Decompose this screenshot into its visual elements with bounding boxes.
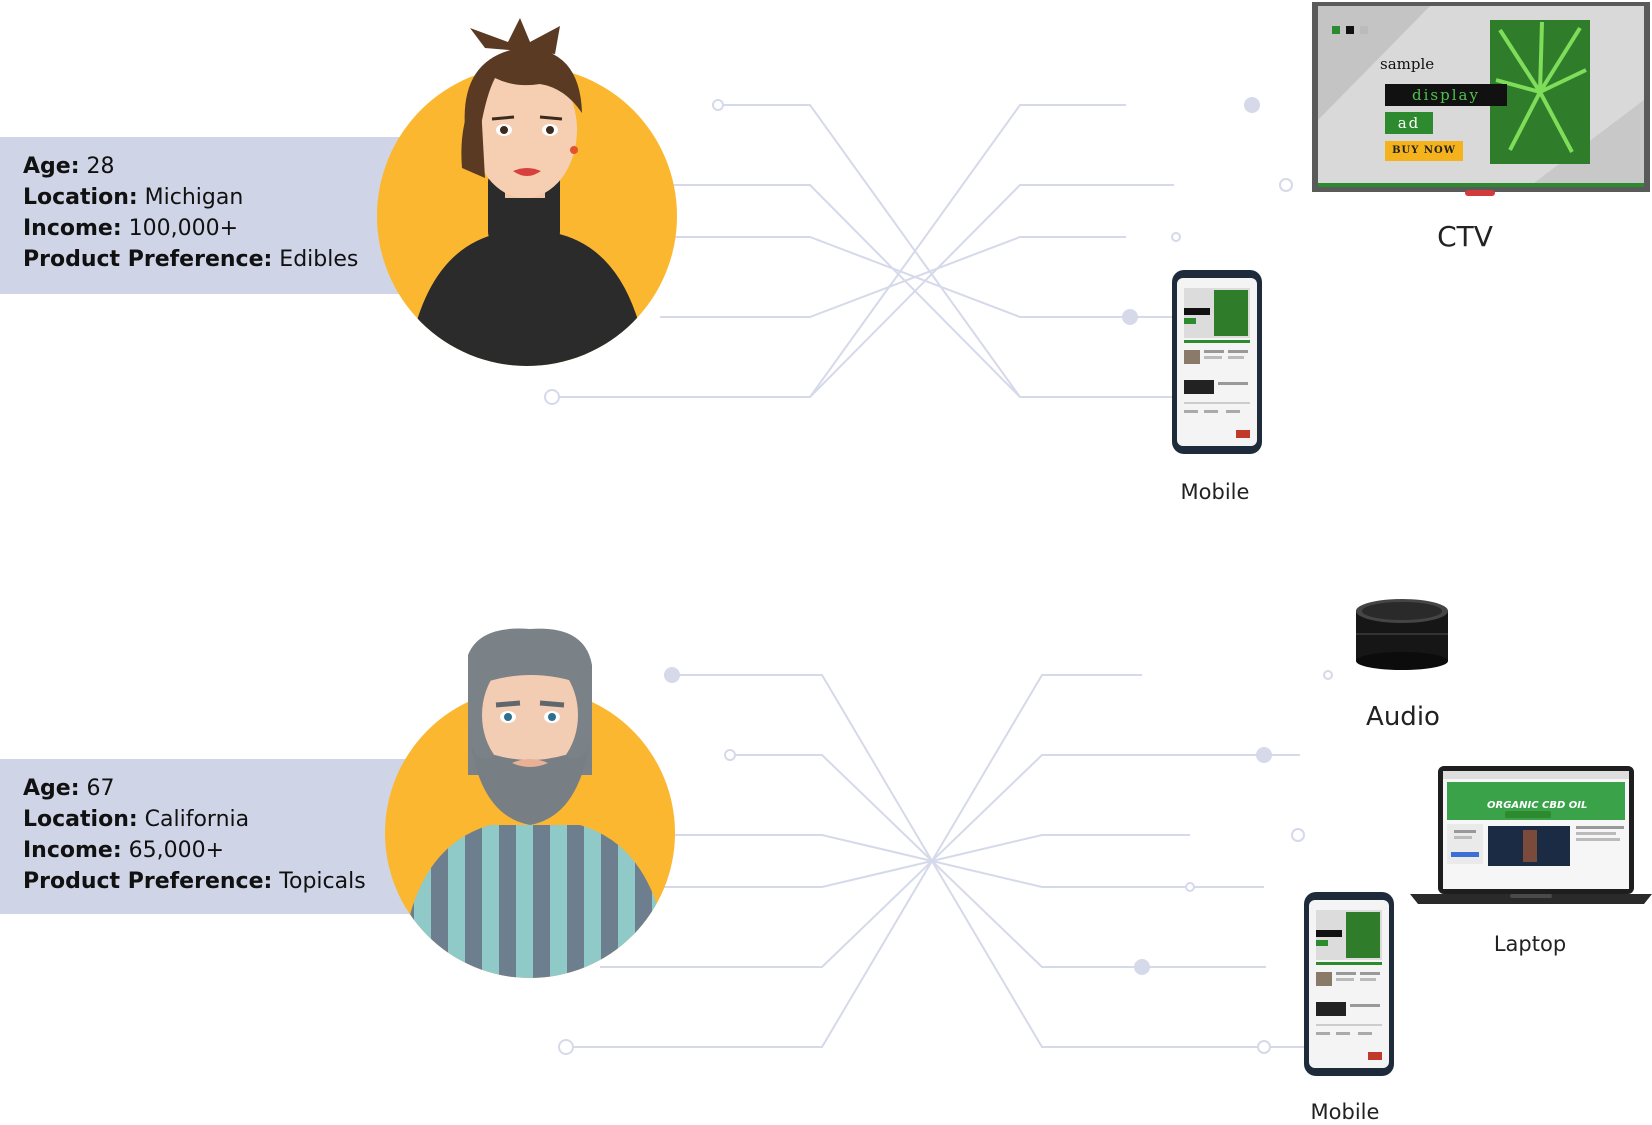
connector-line: [620, 184, 1174, 398]
connector-line: [660, 236, 1126, 318]
man-avatar: [385, 628, 675, 978]
info-row-age: Age: 67: [23, 776, 115, 801]
connector-node: [1134, 959, 1150, 975]
device-label-audio: Audio: [1366, 702, 1440, 732]
smart-speaker: [1356, 599, 1448, 670]
connector-node: [1171, 232, 1181, 242]
ctv-ad-line3: ad: [1385, 112, 1433, 134]
device-label-laptop: Laptop: [1493, 932, 1567, 956]
info-row-age: Age: 28: [23, 154, 115, 179]
connector-node: [544, 389, 560, 405]
info-row-preference: Product Preference: Topicals: [23, 869, 366, 894]
mobile-phone-top: [1172, 270, 1262, 454]
persona-info-panel-man: Age: 67 Location: California Income: 65,…: [0, 759, 420, 914]
laptop-ad-headline: ORGANIC CBD OIL: [1487, 800, 1588, 811]
ctv-ad-line2: display: [1385, 84, 1507, 106]
laptop: [1410, 766, 1652, 904]
connector-node: [1185, 882, 1195, 892]
info-row-income: Income: 100,000+: [23, 216, 239, 241]
connector-node: [1122, 309, 1138, 325]
connector-line: [672, 674, 1328, 1048]
persona-device-diagram: Age: 28 Location: Michigan Income: 100,0…: [0, 0, 1652, 1125]
connector-node: [1256, 747, 1272, 763]
connector-line: [660, 236, 1240, 318]
info-row-location: Location: Michigan: [23, 185, 244, 210]
connector-node: [1291, 828, 1305, 842]
connector-node: [1244, 97, 1260, 113]
connector-node: [558, 1039, 574, 1055]
mobile-phone-bottom: [1304, 892, 1394, 1076]
info-row-preference: Product Preference: Edibles: [23, 247, 359, 272]
info-row-location: Location: California: [23, 807, 250, 832]
woman-avatar: [377, 18, 677, 366]
device-label-mobile-top: Mobile: [1180, 480, 1250, 504]
connector-node: [1279, 178, 1293, 192]
connector-line: [600, 754, 1300, 968]
device-label-ctv: CTV: [1437, 220, 1493, 253]
persona-info-panel-woman: Age: 28 Location: Michigan Income: 100,0…: [0, 137, 420, 294]
info-row-income: Income: 65,000+: [23, 838, 225, 863]
connector-line: [640, 834, 1190, 888]
connector-node: [1257, 1040, 1271, 1054]
connector-node: [1323, 670, 1333, 680]
device-label-mobile-bottom: Mobile: [1310, 1100, 1380, 1124]
connector-line: [730, 754, 1266, 968]
ctv-ad-cta: BUY NOW: [1385, 141, 1463, 161]
connector-node: [724, 749, 736, 761]
connector-node: [712, 99, 724, 111]
ctv-ad-line1: sample: [1380, 55, 1435, 73]
